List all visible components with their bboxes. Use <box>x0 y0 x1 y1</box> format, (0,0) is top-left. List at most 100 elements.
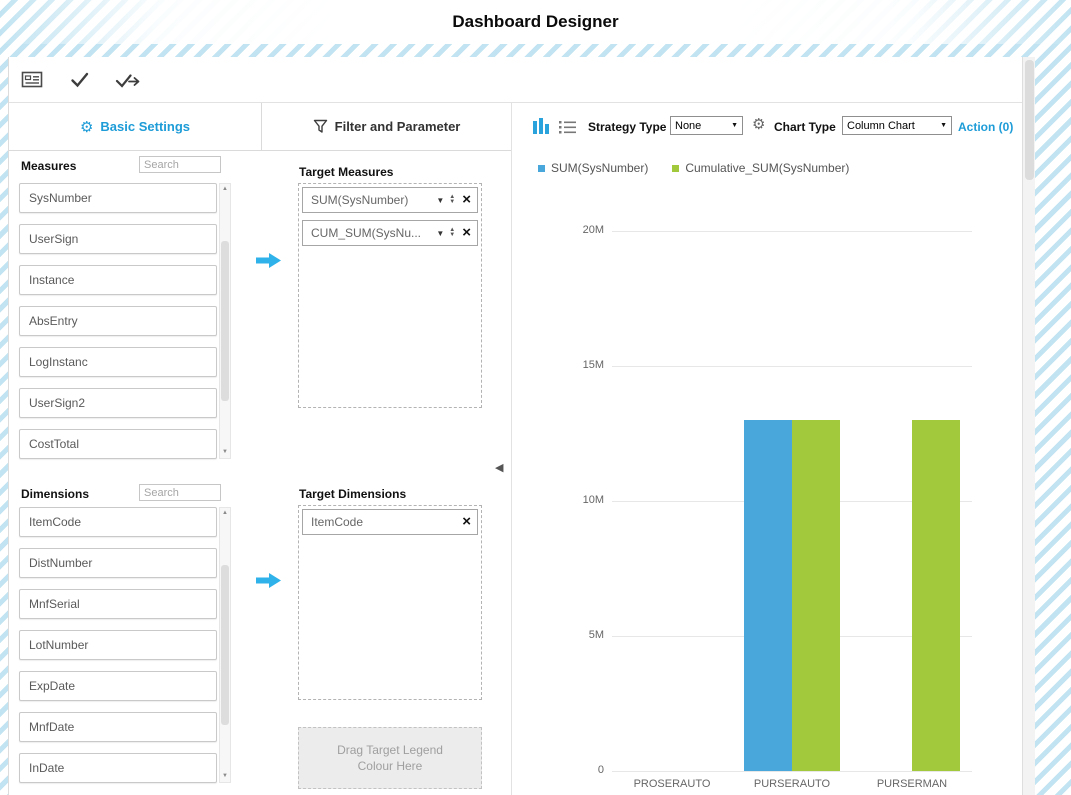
select-caret-icon: ▼ <box>938 122 951 129</box>
column-chart-icon <box>533 118 549 134</box>
legend-swatch <box>538 165 545 172</box>
chart-settings-gear-icon[interactable]: ⚙ <box>752 115 765 133</box>
remove-icon[interactable]: × <box>462 515 471 529</box>
target-measure-name: SUM(SysNumber) <box>311 193 431 207</box>
reorder-icon[interactable]: ▲▼ <box>449 195 455 205</box>
measures-scrollbar[interactable]: ▲ ▼ <box>219 183 231 459</box>
tab-basic-settings[interactable]: ⚙ Basic Settings <box>9 103 261 150</box>
toolbar <box>9 57 1033 103</box>
basic-settings-panel: Measures SysNumberUserSignInstanceAbsEnt… <box>9 151 261 795</box>
dimension-item[interactable]: ItemCode <box>19 507 217 537</box>
page-header: Dashboard Designer <box>0 0 1071 44</box>
scroll-up-icon[interactable]: ▲ <box>222 510 228 517</box>
bar <box>744 420 792 771</box>
measure-item[interactable]: AbsEntry <box>19 306 217 336</box>
dimensions-list: ItemCode DistNumber MnfSerial LotNumber ExpD… <box>19 507 217 794</box>
y-axis-label: 20M <box>564 224 604 236</box>
chart-type-value: Column Chart <box>843 120 938 132</box>
funnel-icon <box>313 119 328 134</box>
dimensions-search-input[interactable] <box>139 484 221 501</box>
target-dimension-name: ItemCode <box>311 515 462 529</box>
dimension-item[interactable]: InDate <box>19 753 217 783</box>
scroll-thumb[interactable] <box>221 241 229 401</box>
target-dimensions-dropzone[interactable]: ItemCode× <box>298 505 482 700</box>
bar <box>912 420 960 771</box>
gear-icon: ⚙ <box>80 118 93 136</box>
legend-swatch <box>672 165 679 172</box>
main-window: ⚙ Basic Settings Filter and Parameter Me… <box>8 57 1034 795</box>
filter-parameter-panel: Target Measures SUM(SysNumber)▼▲▼×CUM_SU… <box>261 151 511 795</box>
measure-item[interactable]: SysNumber <box>19 183 217 213</box>
scroll-down-icon[interactable]: ▼ <box>222 773 228 780</box>
measure-item[interactable]: UserSign2 <box>19 388 217 418</box>
dropdown-caret-icon[interactable]: ▼ <box>436 196 444 205</box>
filter-parameter-label: Filter and Parameter <box>335 119 461 134</box>
check-icon <box>70 71 90 89</box>
y-axis-label: 10M <box>564 494 604 506</box>
chart-panel: Strategy Type None ▼ ⚙ Chart Type Column… <box>511 103 1022 795</box>
list-view-button[interactable] <box>554 115 580 139</box>
page: { "header": { "title": "Dashboard Design… <box>0 0 1071 795</box>
gridline <box>612 366 972 367</box>
down-arrow-icon: ▼ <box>449 200 455 205</box>
measure-item[interactable]: Instance <box>19 265 217 295</box>
strategy-type-value: None <box>671 120 729 132</box>
action-link[interactable]: Action (0) <box>958 120 1013 134</box>
gridline <box>612 771 972 772</box>
dimension-item[interactable]: MnfSerial <box>19 589 217 619</box>
target-measure-row[interactable]: SUM(SysNumber)▼▲▼× <box>302 187 478 213</box>
bar <box>792 420 840 771</box>
down-arrow-icon: ▼ <box>449 233 455 238</box>
dropdown-caret-icon[interactable]: ▼ <box>436 229 444 238</box>
dimension-item[interactable]: DistNumber <box>19 548 217 578</box>
x-axis-label: PURSERAUTO <box>732 778 852 790</box>
dimension-item[interactable]: LotNumber <box>19 630 217 660</box>
select-caret-icon: ▼ <box>729 122 742 129</box>
dimension-item[interactable]: MnfDate <box>19 712 217 742</box>
legend-colour-dropzone[interactable]: Drag Target Legend Colour Here <box>298 727 482 789</box>
x-axis-label: PURSERMAN <box>852 778 972 790</box>
target-measures-dropzone[interactable]: SUM(SysNumber)▼▲▼×CUM_SUM(SysNu...▼▲▼× <box>298 183 482 408</box>
measures-search-input[interactable] <box>139 156 221 173</box>
column-view-button[interactable] <box>528 114 554 138</box>
validate-button[interactable] <box>67 68 93 92</box>
y-axis-label: 0 <box>564 764 604 776</box>
measure-item[interactable]: LogInstanc <box>19 347 217 377</box>
gridline <box>612 231 972 232</box>
strategy-type-label: Strategy Type <box>588 120 666 134</box>
target-dimensions-label: Target Dimensions <box>299 487 406 501</box>
vertical-scrollbar[interactable] <box>1022 57 1035 795</box>
y-axis-label: 5M <box>564 629 604 641</box>
chart-type-label: Chart Type <box>774 120 836 134</box>
apply-run-button[interactable] <box>115 68 141 92</box>
legend-item: Cumulative_SUM(SysNumber) <box>672 161 849 175</box>
target-dimension-row[interactable]: ItemCode× <box>302 509 478 535</box>
scroll-thumb[interactable] <box>221 565 229 725</box>
target-measure-name: CUM_SUM(SysNu... <box>311 226 431 240</box>
collapse-panel-icon[interactable]: ◀ <box>495 461 503 474</box>
dimension-item[interactable]: ExpDate <box>19 671 217 701</box>
tab-filter-parameter[interactable]: Filter and Parameter <box>261 103 511 150</box>
measure-item[interactable]: CostTotal <box>19 429 217 459</box>
page-title: Dashboard Designer <box>452 12 618 32</box>
chart-type-select[interactable]: Column Chart ▼ <box>842 116 952 135</box>
remove-icon[interactable]: × <box>462 226 471 240</box>
target-measure-row[interactable]: CUM_SUM(SysNu...▼▲▼× <box>302 220 478 246</box>
target-measures-label: Target Measures <box>299 165 393 179</box>
remove-icon[interactable]: × <box>462 193 471 207</box>
legend-item: SUM(SysNumber) <box>538 161 648 175</box>
new-form-button[interactable] <box>19 68 45 92</box>
scroll-up-icon[interactable]: ▲ <box>222 186 228 193</box>
scrollbar-thumb[interactable] <box>1025 60 1034 180</box>
strategy-type-select[interactable]: None ▼ <box>670 116 743 135</box>
panel-headers: ⚙ Basic Settings Filter and Parameter <box>9 103 511 151</box>
dimensions-scrollbar[interactable]: ▲ ▼ <box>219 507 231 783</box>
y-axis-label: 15M <box>564 359 604 371</box>
measures-list: SysNumber UserSign Instance AbsEntry LogInst… <box>19 183 217 470</box>
reorder-icon[interactable]: ▲▼ <box>449 228 455 238</box>
check-run-icon <box>115 71 141 89</box>
scroll-down-icon[interactable]: ▼ <box>222 449 228 456</box>
measure-item[interactable]: UserSign <box>19 224 217 254</box>
legend-label: SUM(SysNumber) <box>551 161 648 175</box>
legend-label: Cumulative_SUM(SysNumber) <box>685 161 849 175</box>
